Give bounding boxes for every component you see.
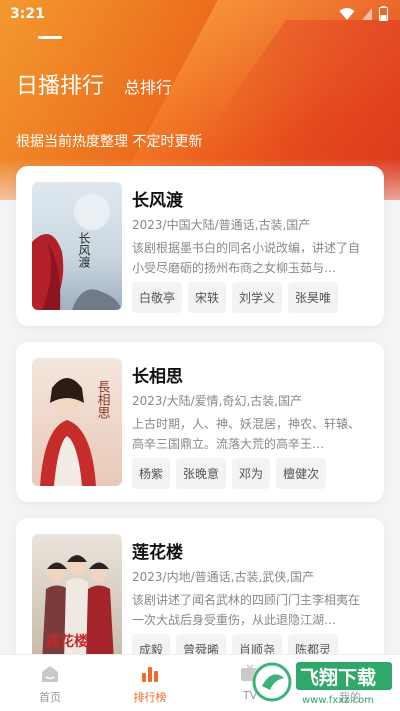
show-meta: 2023/内地/普通话,古装,武侠,国产: [132, 570, 315, 584]
cast-tag[interactable]: 邓为: [232, 458, 271, 489]
cast-tag[interactable]: 杨紫: [132, 458, 171, 489]
active-tab-indicator: [38, 36, 62, 39]
watermark-text: 飞翔下载: [300, 666, 376, 689]
cast-tags: 白敬亭 宋轶 刘学义 张昊唯: [132, 282, 339, 313]
poster-image: 莲花楼: [32, 534, 122, 662]
cast-tag[interactable]: 张昊唯: [288, 282, 339, 313]
battery-icon: [379, 6, 388, 21]
cast-tag[interactable]: 张晚意: [176, 458, 227, 489]
ranking-tabs: 日播排行 总排行: [16, 68, 172, 100]
show-title[interactable]: 莲花楼: [132, 538, 183, 563]
poster-title-text: 長相思: [95, 380, 111, 419]
cast-tags: 杨紫 张晚意 邓为 檀健次: [132, 458, 327, 489]
status-time: 3:21: [10, 6, 45, 22]
cast-tag[interactable]: 白敬亭: [132, 282, 183, 313]
show-description: 该剧讲述了闻名武林的四顾门门主李相夷在一次大战后身受重伤，从此退隐江湖…: [132, 593, 361, 627]
show-title[interactable]: 长相思: [132, 362, 183, 387]
poster-title-text: 莲花楼: [46, 633, 88, 650]
nav-home[interactable]: 首页: [0, 655, 100, 711]
nav-label: 排行榜: [133, 691, 167, 704]
status-bar: 3:21: [0, 0, 400, 28]
cast-tag[interactable]: 宋轶: [188, 282, 227, 313]
show-description: 该剧根据墨书白的同名小说改编，讲述了自小受尽磨砺的扬州布商之女柳玉茹与…: [132, 241, 361, 275]
poster-image: 長相思: [32, 358, 122, 486]
show-meta: 2023/大陆/爱情,奇幻,古装,国产: [132, 394, 303, 408]
show-title[interactable]: 长风渡: [132, 186, 183, 211]
wifi-icon: [339, 7, 355, 20]
watermark-url: www.fxxz.com: [302, 695, 374, 706]
nav-label: 首页: [39, 691, 61, 704]
tab-daily-ranking[interactable]: 日播排行: [16, 68, 104, 100]
chart-icon: [142, 667, 158, 682]
show-meta: 2023/中国大陆/普通话,古装,国产: [132, 218, 311, 232]
cast-tag[interactable]: 檀健次: [276, 458, 327, 489]
show-card[interactable]: 长风渡 长风渡 2023/中国大陆/普通话,古装,国产 该剧根据墨书白的同名小说…: [16, 166, 384, 326]
signal-icon: [362, 7, 372, 20]
show-description: 上古时期，人、神、妖混居，神农、轩辕、高辛三国鼎立。流落大荒的高辛王…: [132, 417, 361, 451]
nav-ranking[interactable]: 排行榜: [100, 655, 200, 711]
home-icon: [42, 666, 58, 682]
watermark-logo: 飞翔下载 www.fxxz.com: [252, 662, 392, 706]
ranking-subtitle: 根据当前热度整理 不定时更新: [16, 134, 203, 150]
poster-image: 长风渡: [32, 182, 122, 310]
tab-overall-ranking[interactable]: 总排行: [124, 74, 172, 100]
show-card[interactable]: 長相思 长相思 2023/大陆/爱情,奇幻,古装,国产 上古时期，人、神、妖混居…: [16, 342, 384, 502]
cast-tag[interactable]: 刘学义: [232, 282, 283, 313]
poster-title-text: 长风渡: [77, 232, 91, 268]
